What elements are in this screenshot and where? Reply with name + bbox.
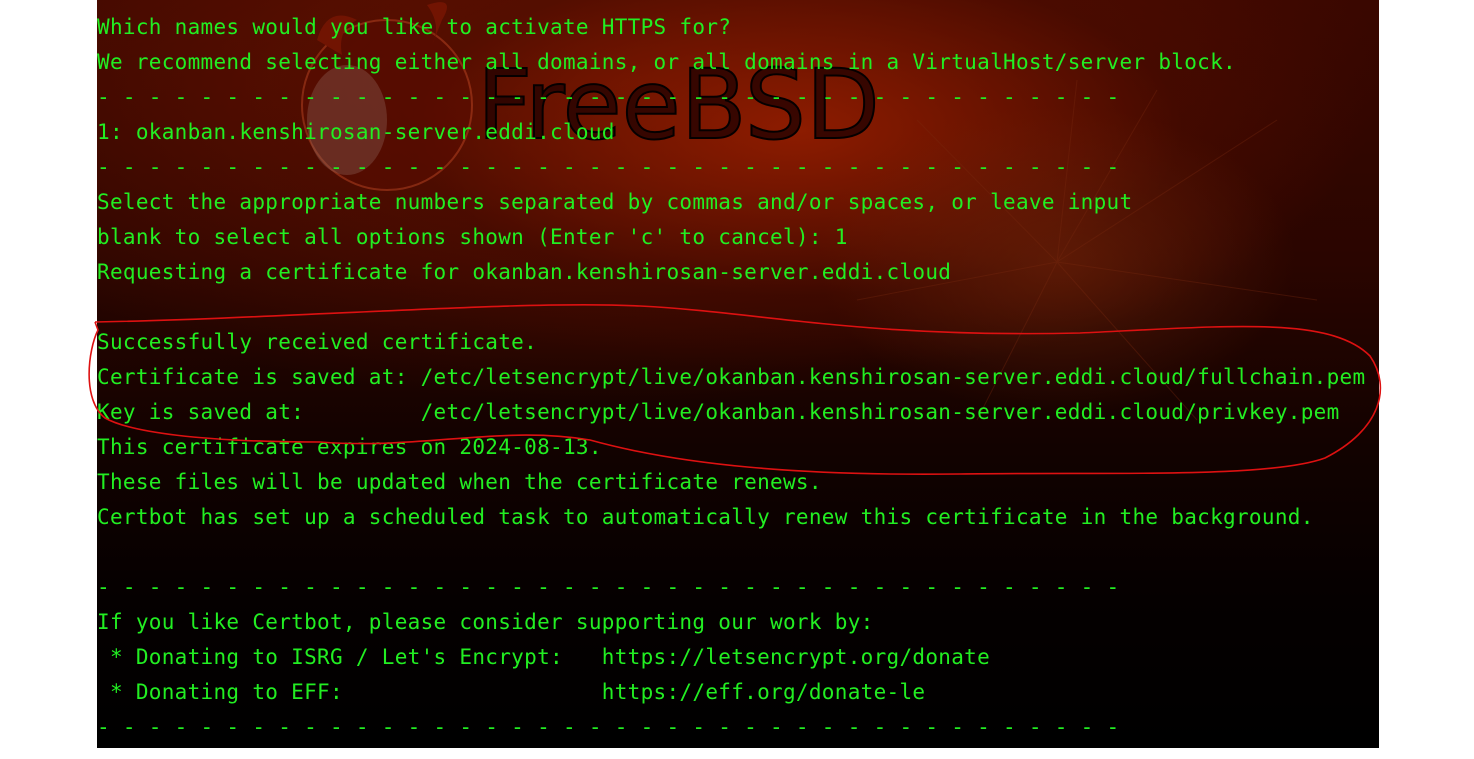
- terminal-line: Which names would you like to activate H…: [97, 15, 732, 39]
- terminal-separator-line: - - - - - - - - - - - - - - - - - - - - …: [97, 85, 1120, 109]
- terminal-line: 1: okanban.kenshirosan-server.eddi.cloud: [97, 120, 615, 144]
- terminal-separator-line: - - - - - - - - - - - - - - - - - - - - …: [97, 575, 1120, 599]
- terminal-window[interactable]: FreeBSD Which names would you like to ac…: [97, 0, 1379, 748]
- terminal-separator-line: - - - - - - - - - - - - - - - - - - - - …: [97, 155, 1120, 179]
- terminal-line: We recommend selecting either all domain…: [97, 50, 1236, 74]
- terminal-line: * Donating to ISRG / Let's Encrypt: http…: [97, 645, 991, 669]
- terminal-line: Successfully received certificate.: [97, 330, 538, 354]
- terminal-line: Certbot has set up a scheduled task to a…: [97, 505, 1314, 529]
- terminal-line: * Donating to EFF: https://eff.org/donat…: [97, 680, 926, 704]
- terminal-line: Key is saved at: /etc/letsencrypt/live/o…: [97, 400, 1340, 424]
- terminal-line: blank to select all options shown (Enter…: [97, 225, 848, 249]
- terminal-separator-line: - - - - - - - - - - - - - - - - - - - - …: [97, 715, 1120, 739]
- terminal-line: Select the appropriate numbers separated…: [97, 190, 1133, 214]
- terminal-line: If you like Certbot, please consider sup…: [97, 610, 874, 634]
- terminal-output: Which names would you like to activate H…: [97, 10, 1365, 745]
- terminal-line: Certificate is saved at: /etc/letsencryp…: [97, 365, 1366, 389]
- terminal-line: This certificate expires on 2024-08-13.: [97, 435, 602, 459]
- terminal-line: Requesting a certificate for okanban.ken…: [97, 260, 952, 284]
- terminal-line: These files will be updated when the cer…: [97, 470, 822, 494]
